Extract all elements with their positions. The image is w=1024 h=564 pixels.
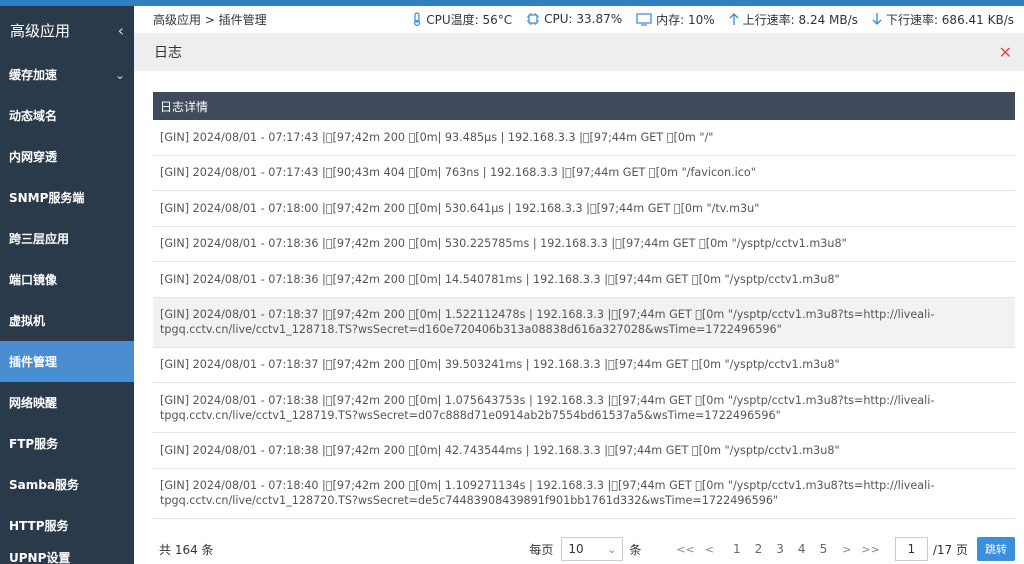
- sidebar-item-label: UPNP设置: [9, 551, 71, 564]
- memory-value: 内存: 10%: [656, 12, 715, 27]
- cpu-value: CPU: 33.87%: [544, 12, 623, 26]
- table-row: [GIN] 2024/08/01 - 07:18:36 | [97;42m 20…: [153, 227, 1015, 262]
- upload-stat: 上行速率: 8.24 MB/s: [729, 11, 858, 28]
- cpu-temp-stat: CPU温度: 56°C: [412, 11, 512, 28]
- table-row: [GIN] 2024/08/01 - 07:18:37 | [97;42m 20…: [153, 348, 1015, 383]
- page-3-button[interactable]: 3: [776, 542, 784, 556]
- jump-button[interactable]: 跳转: [977, 537, 1015, 561]
- cpu-stat: CPU: 33.87%: [526, 12, 622, 26]
- monitor-icon: [636, 12, 652, 26]
- sidebar-item-http[interactable]: HTTP服务: [0, 505, 134, 546]
- table-row: [GIN] 2024/08/01 - 07:17:43 | [97;42m 20…: [153, 120, 1015, 156]
- log-table: 日志详情 [GIN] 2024/08/01 - 07:17:43 | [97;4…: [153, 92, 1015, 519]
- sidebar-item-upnp[interactable]: UPNP设置: [0, 546, 134, 564]
- table-row: [GIN] 2024/08/01 - 07:18:36 | [97;42m 20…: [153, 262, 1015, 298]
- sidebar-item-wake[interactable]: 网络映醒: [0, 382, 134, 423]
- sidebar-item-nat-traversal[interactable]: 内网穿透: [0, 136, 134, 177]
- memory-stat: 内存: 10%: [636, 11, 715, 28]
- cpu-temp-value: CPU温度: 56°C: [426, 12, 513, 27]
- status-bar: 高级应用 > 插件管理 CPU温度: 56°C CPU: 33.87% 内存: …: [134, 6, 1024, 32]
- panel-title: 日志: [154, 45, 182, 61]
- sidebar-item-cache[interactable]: 缓存加速 ⌄: [0, 54, 134, 95]
- download-value: 下行速率: 686.41 KB/s: [885, 12, 1014, 27]
- first-page-button[interactable]: <<: [676, 543, 694, 556]
- thermometer-icon: [412, 12, 422, 26]
- sidebar-item-label: HTTP服务: [9, 519, 69, 533]
- table-row: [GIN] 2024/08/01 - 07:18:38 | [97;42m 20…: [153, 383, 1015, 433]
- sidebar-item-label: 端口镜像: [9, 273, 58, 287]
- sidebar-item-label: 插件管理: [9, 355, 58, 369]
- sidebar-item-snmp[interactable]: SNMP服务端: [0, 177, 134, 218]
- table-row: [GIN] 2024/08/01 - 07:18:38 | [97;42m 20…: [153, 433, 1015, 469]
- total-count: 共 164 条: [159, 542, 214, 557]
- download-stat: 下行速率: 686.41 KB/s: [872, 11, 1014, 28]
- table-row: [GIN] 2024/08/01 - 07:18:00 | [97;42m 20…: [153, 191, 1015, 227]
- sidebar-title: 高级应用: [10, 21, 71, 40]
- sidebar-item-layer3[interactable]: 跨三层应用: [0, 218, 134, 259]
- table-row: [GIN] 2024/08/01 - 07:18:37 | [97;42m 20…: [153, 297, 1015, 348]
- table-header: 日志详情: [153, 92, 1015, 120]
- sidebar-item-label: SNMP服务端: [9, 191, 85, 205]
- sidebar-item-ftp[interactable]: FTP服务: [0, 423, 134, 464]
- pages-total: /17 页: [932, 542, 968, 557]
- sidebar-header[interactable]: 高级应用 ‹: [0, 6, 134, 54]
- close-icon[interactable]: ✕: [999, 43, 1012, 62]
- chevron-down-icon: ⌄: [114, 67, 125, 82]
- per-page-label: 每页: [529, 542, 554, 557]
- per-page-value: 10: [568, 542, 584, 556]
- sidebar-item-vm[interactable]: 虚拟机: [0, 300, 134, 341]
- last-page-button[interactable]: >>: [861, 543, 879, 556]
- sidebar-item-label: 跨三层应用: [9, 232, 70, 246]
- cpu-chip-icon: [526, 12, 540, 26]
- arrow-down-icon: [872, 12, 882, 26]
- sidebar-item-port-mirror[interactable]: 端口镜像: [0, 259, 134, 300]
- breadcrumb: 高级应用 > 插件管理: [153, 12, 267, 27]
- per-page-unit: 条: [629, 542, 642, 557]
- page-2-button[interactable]: 2: [755, 542, 763, 556]
- pager: 每页 10 ⌄ 条 << < 1 2 3 4 5 > >> 1 /17 页 跳转: [529, 537, 1015, 561]
- next-page-button[interactable]: >: [842, 543, 851, 556]
- page-5-button[interactable]: 5: [820, 542, 828, 556]
- chevron-down-icon: ⌄: [607, 542, 617, 556]
- table-row: [GIN] 2024/08/01 - 07:18:40 | [97;42m 20…: [153, 469, 1015, 519]
- sidebar-item-label: 网络映醒: [9, 396, 58, 410]
- sidebar-item-label: 缓存加速: [9, 68, 58, 82]
- sidebar-item-ddns[interactable]: 动态域名: [0, 95, 134, 136]
- goto-page-input[interactable]: 1: [894, 537, 928, 561]
- sidebar-item-label: 内网穿透: [9, 150, 58, 164]
- prev-page-button[interactable]: <: [705, 543, 714, 556]
- sidebar-item-plugins[interactable]: 插件管理: [0, 341, 134, 382]
- pagination-bar: 共 164 条 每页 10 ⌄ 条 << < 1 2 3 4 5 > >> 1 …: [153, 536, 1015, 562]
- collapse-chevron-icon[interactable]: ‹: [118, 21, 124, 40]
- sidebar-item-samba[interactable]: Samba服务: [0, 464, 134, 505]
- sidebar-item-label: 动态域名: [9, 109, 58, 123]
- arrow-up-icon: [729, 12, 739, 26]
- page-4-button[interactable]: 4: [798, 542, 806, 556]
- panel-header: 日志 ✕: [134, 33, 1024, 71]
- sidebar: 高级应用 ‹ 缓存加速 ⌄ 动态域名 内网穿透 SNMP服务端 跨三层应用 端口…: [0, 6, 134, 564]
- sidebar-item-label: 虚拟机: [9, 314, 46, 328]
- page-1-button[interactable]: 1: [733, 542, 741, 556]
- per-page-select[interactable]: 10 ⌄: [561, 537, 624, 561]
- sidebar-item-label: FTP服务: [9, 437, 59, 451]
- upload-value: 上行速率: 8.24 MB/s: [742, 12, 858, 27]
- sidebar-item-label: Samba服务: [9, 478, 79, 492]
- table-row: [GIN] 2024/08/01 - 07:17:43 | [90;43m 40…: [153, 156, 1015, 191]
